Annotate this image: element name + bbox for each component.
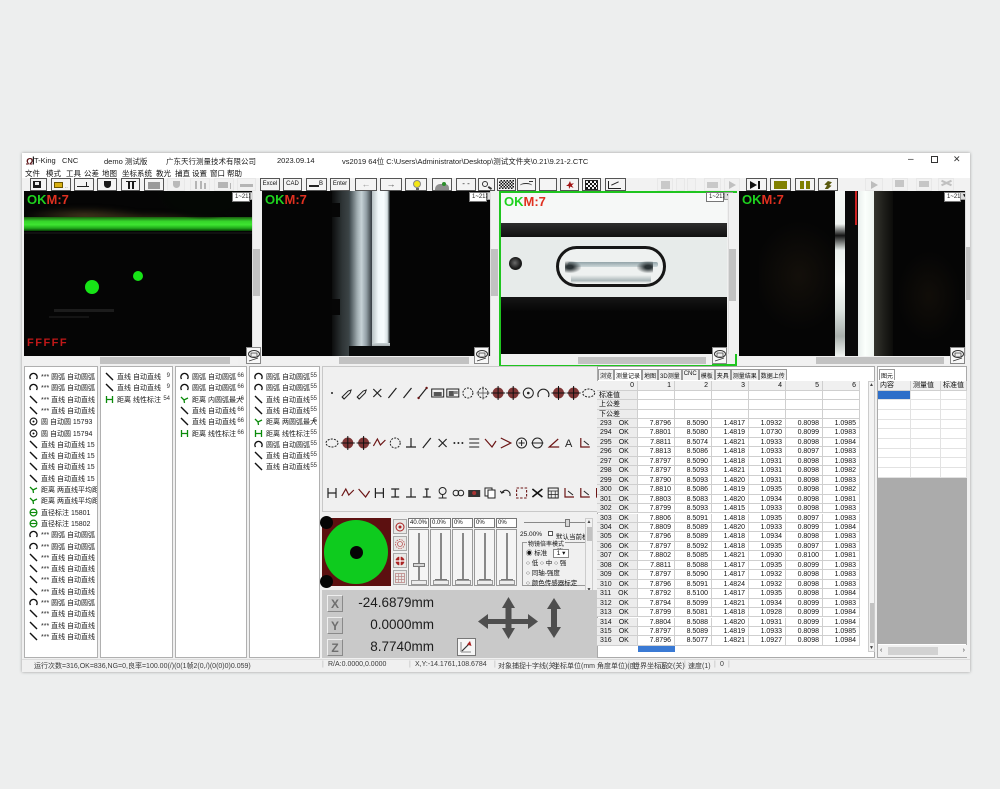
svg-text:A: A [565, 438, 573, 450]
svg-text:Ω: Ω [26, 157, 33, 167]
